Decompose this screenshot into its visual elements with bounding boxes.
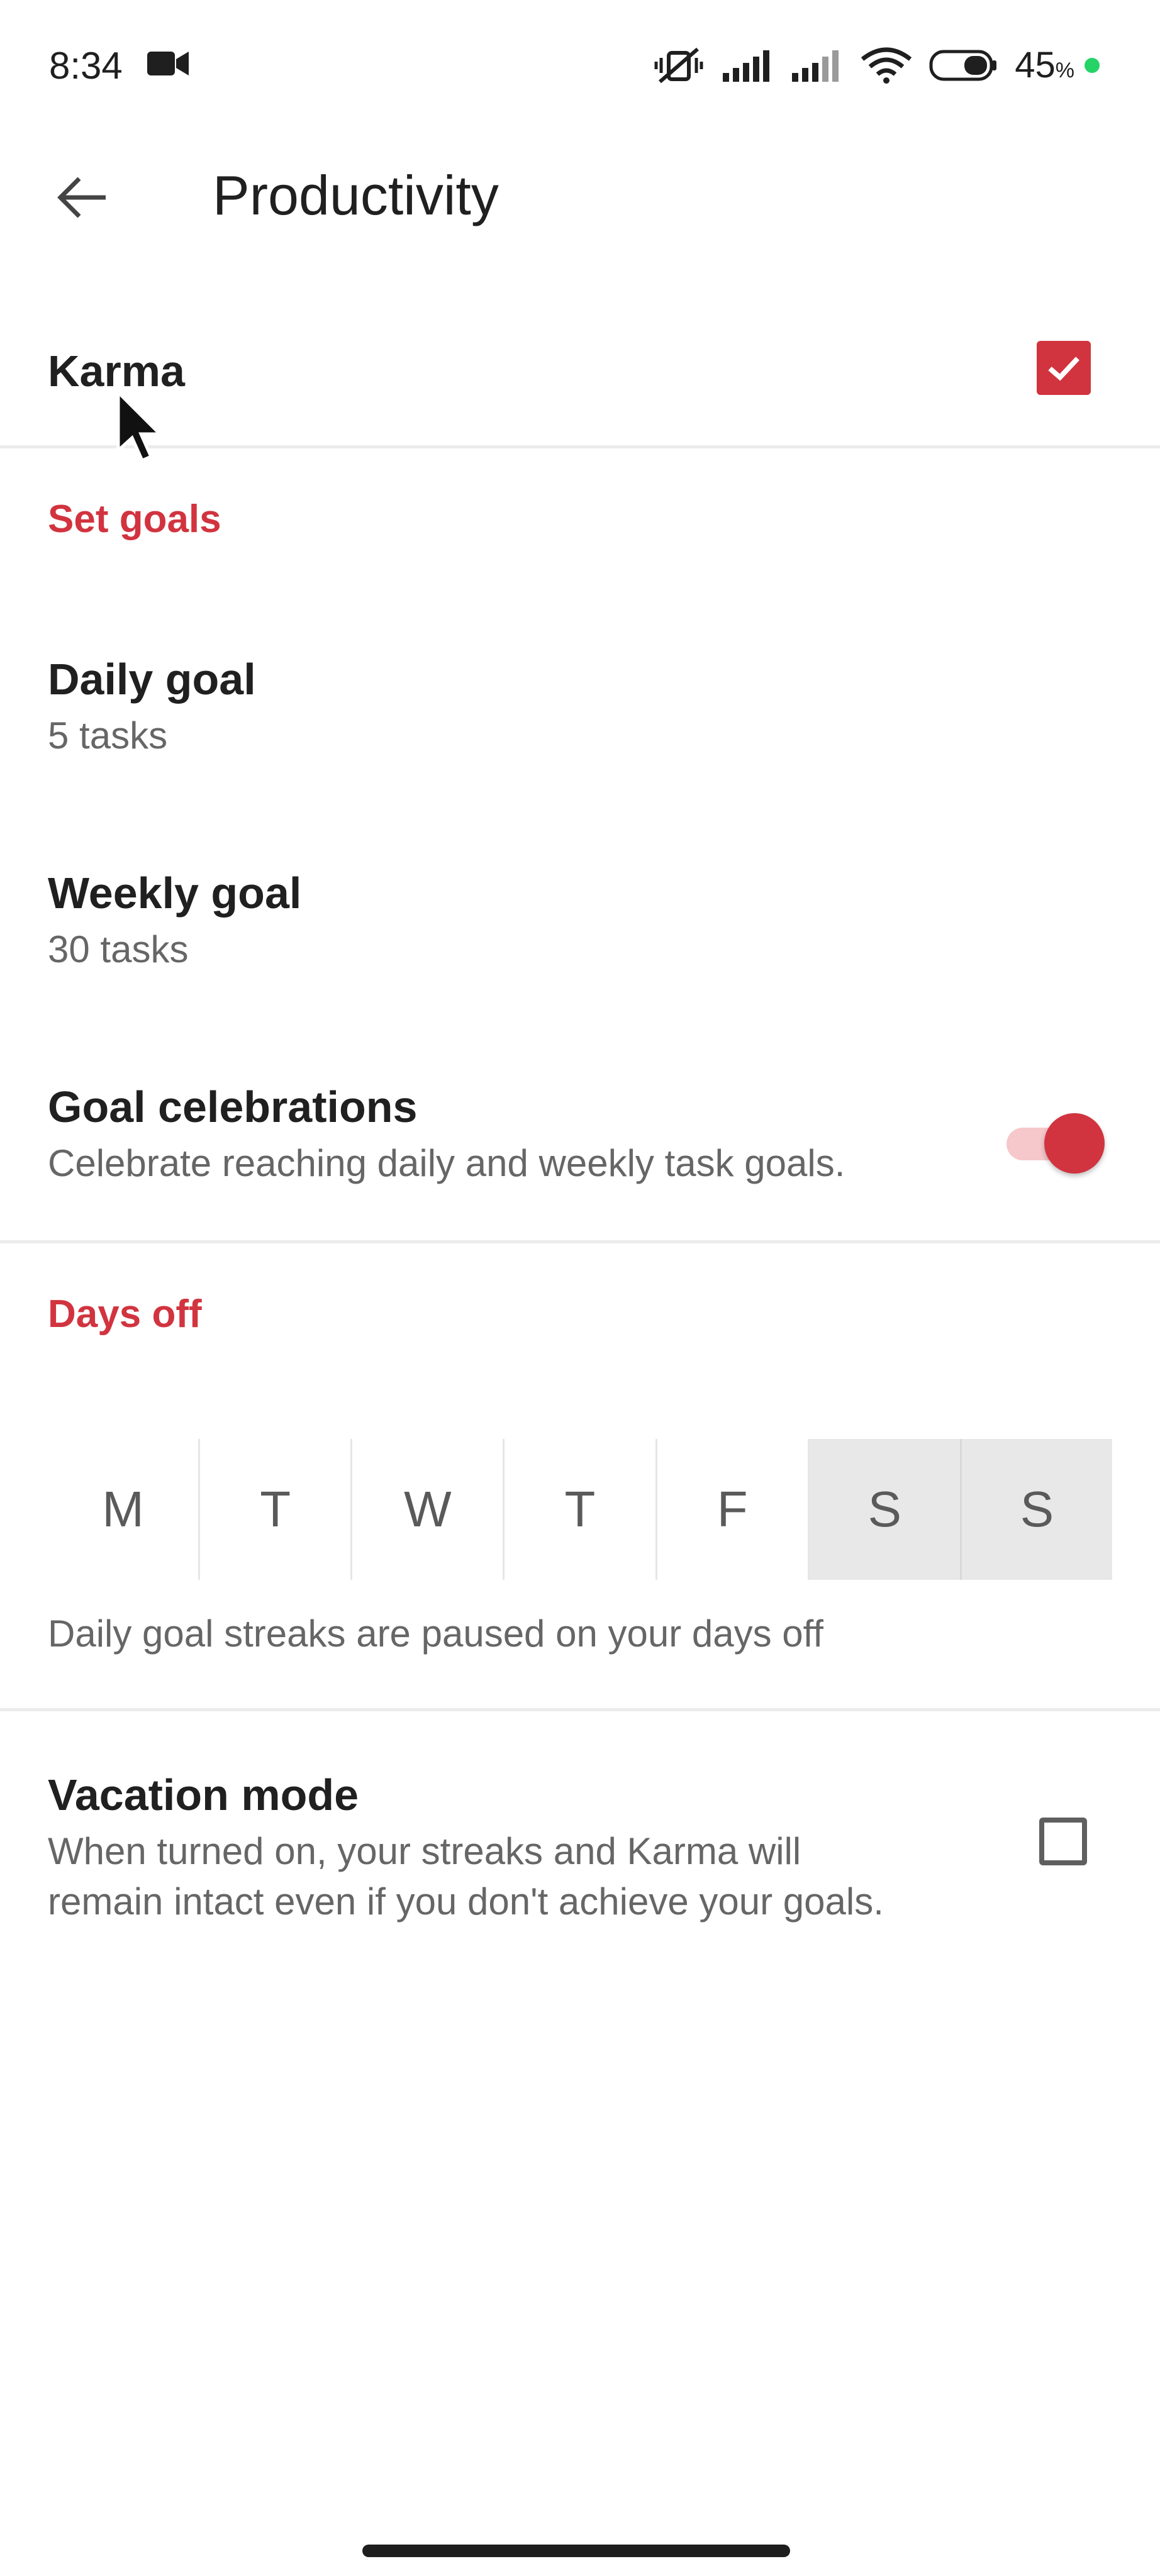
status-bar: 8:34 45%	[0, 0, 1160, 132]
status-icons: 45%	[652, 44, 1100, 86]
page-title: Productivity	[213, 164, 499, 226]
section-header-days-off: Days off	[48, 1292, 202, 1336]
arrow-left-icon	[57, 177, 106, 218]
goal-celebrations-title: Goal celebrations	[48, 1082, 418, 1131]
checkmark-icon	[1048, 357, 1079, 381]
wifi-icon	[860, 47, 913, 84]
karma-label: Karma	[48, 347, 185, 396]
goal-celebrations-toggle[interactable]	[1007, 1107, 1107, 1176]
karma-row[interactable]: Karma	[0, 302, 1160, 448]
divider	[0, 1708, 1160, 1711]
toggle-thumb	[1044, 1113, 1105, 1174]
day-friday[interactable]: F	[657, 1439, 810, 1580]
daily-goal-title: Daily goal	[48, 655, 256, 704]
vacation-mode-title: Vacation mode	[48, 1770, 359, 1819]
daily-goal-row[interactable]: Daily goal 5 tasks	[0, 623, 1160, 799]
weekly-goal-value: 30 tasks	[48, 928, 189, 970]
vacation-mode-checkbox[interactable]	[1039, 1818, 1087, 1865]
day-wednesday[interactable]: W	[352, 1439, 505, 1580]
goal-celebrations-row[interactable]: Goal celebrations Celebrate reaching dai…	[0, 1050, 1160, 1239]
daily-goal-value: 5 tasks	[48, 714, 168, 757]
battery-icon	[929, 48, 998, 83]
home-indicator[interactable]	[362, 2545, 790, 2557]
karma-checkbox[interactable]	[1037, 341, 1091, 395]
divider	[0, 445, 1160, 448]
signal-icon	[791, 48, 844, 83]
weekly-goal-title: Weekly goal	[48, 869, 302, 918]
day-sunday[interactable]: S	[961, 1439, 1112, 1580]
day-monday[interactable]: M	[48, 1439, 201, 1580]
charging-dot-icon	[1085, 57, 1100, 73]
goal-celebrations-description: Celebrate reaching daily and weekly task…	[48, 1142, 845, 1184]
status-time: 8:34	[49, 45, 123, 87]
day-thursday[interactable]: T	[505, 1439, 657, 1580]
vacation-mode-description-line2: remain intact even if you don't achieve …	[48, 1880, 884, 1923]
mouse-pointer-icon	[114, 388, 165, 469]
section-header-set-goals: Set goals	[48, 497, 221, 541]
vibrate-off-icon	[652, 47, 705, 84]
back-button[interactable]	[44, 160, 120, 235]
day-saturday[interactable]: S	[809, 1439, 962, 1580]
battery-percent: 45%	[1015, 45, 1074, 86]
days-off-note: Daily goal streaks are paused on your da…	[48, 1613, 823, 1655]
vacation-mode-row[interactable]: Vacation mode When turned on, your strea…	[0, 1748, 1160, 1937]
day-tuesday[interactable]: T	[200, 1439, 353, 1580]
days-off-selector: M T W T F S S	[48, 1439, 1112, 1580]
video-camera-icon	[146, 49, 190, 81]
weekly-goal-row[interactable]: Weekly goal 30 tasks	[0, 836, 1160, 1013]
app-bar: Productivity	[0, 132, 1160, 258]
divider	[0, 1240, 1160, 1243]
screen: 8:34 45% Productivity Karma Set goals Da…	[0, 0, 1160, 2576]
vacation-mode-description-line1: When turned on, your streaks and Karma w…	[48, 1830, 801, 1872]
signal-icon	[722, 48, 774, 83]
